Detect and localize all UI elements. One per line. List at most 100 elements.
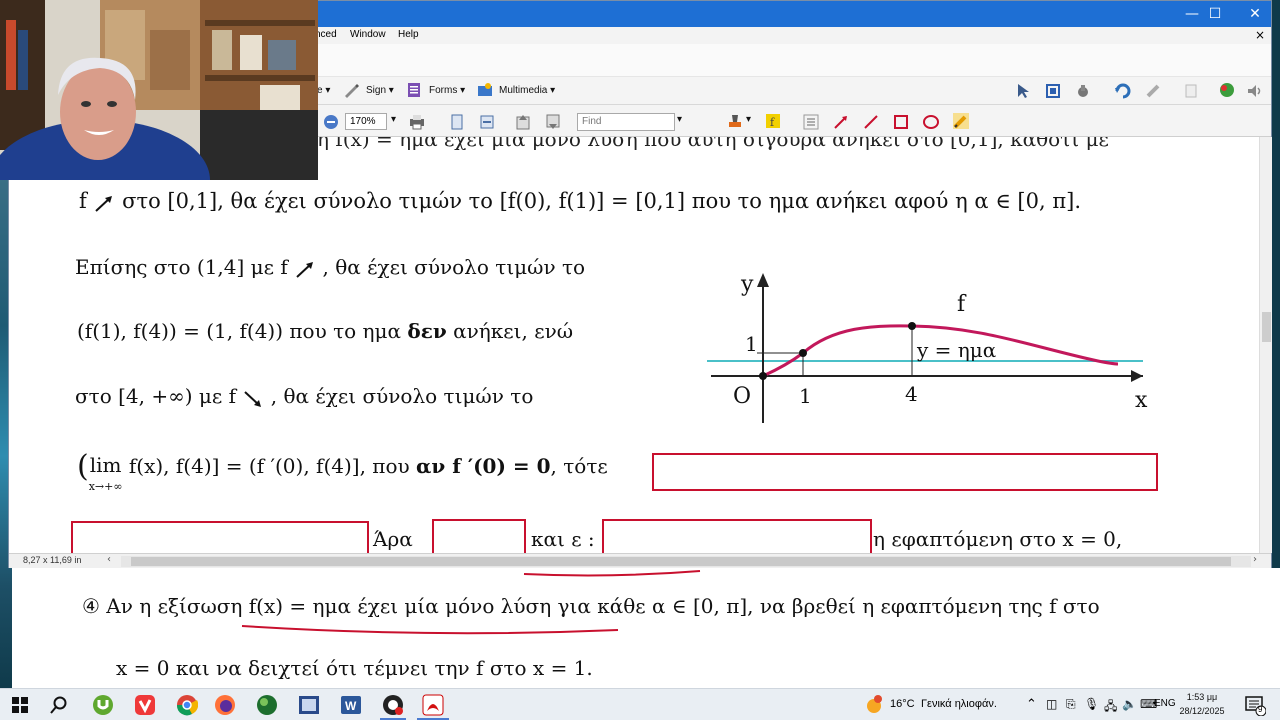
answer-box-1[interactable] bbox=[652, 453, 1158, 491]
tray-window-icon[interactable]: ◫ bbox=[1046, 697, 1057, 711]
forms-button[interactable]: Forms ▾ bbox=[429, 85, 465, 96]
scroll-right-icon[interactable]: › bbox=[1253, 554, 1257, 565]
document-close-button[interactable]: × bbox=[1255, 28, 1265, 42]
show-hidden-icons-chevron-icon[interactable]: ⌃ bbox=[1026, 696, 1037, 712]
previous-page-icon[interactable] bbox=[515, 114, 531, 130]
lower-document-page: ④ Αν η εξίσωση f(x) = ημα έχει μία μόνο … bbox=[12, 568, 1280, 688]
find-input[interactable]: Find bbox=[577, 113, 675, 131]
notification-center-icon[interactable] bbox=[1244, 694, 1266, 716]
doc-line-2-b: , θα έχει σύνολο τιμών το bbox=[322, 255, 586, 279]
acrobat-reader-icon[interactable] bbox=[422, 694, 444, 716]
taskbar: W 16°C Γενικά ηλιοφάν. ⌃ ◫ ⎘ 🎙 🖧 🔈 ⌨ ENG… bbox=[0, 688, 1280, 720]
answer-box-4[interactable] bbox=[602, 519, 872, 553]
rectangle-tool-icon[interactable] bbox=[893, 114, 909, 130]
zoom-dropdown[interactable]: ▾ bbox=[391, 114, 396, 125]
doc-line-0: η f(x) = ημα έχει μία μόνο λύση που αυτή… bbox=[317, 137, 1109, 151]
microphone-icon[interactable]: 🎙 bbox=[1084, 697, 1099, 711]
zoom-out-icon[interactable] bbox=[323, 114, 339, 130]
fit-width-icon[interactable] bbox=[479, 114, 495, 130]
sticky-note-icon[interactable]: f bbox=[765, 113, 781, 129]
doc-line-4-a: στο [4, +∞) με f bbox=[75, 384, 237, 408]
page-icon[interactable] bbox=[1183, 83, 1199, 99]
chrome-icon[interactable] bbox=[176, 694, 198, 716]
scroll-left-icon[interactable]: ‹ bbox=[107, 554, 111, 565]
pencil-tool-icon[interactable] bbox=[953, 113, 969, 129]
highlight-color-dropdown[interactable]: ▾ bbox=[746, 114, 751, 125]
origin-point bbox=[759, 372, 767, 380]
word-icon[interactable]: W bbox=[340, 694, 362, 716]
language-indicator[interactable]: ENG bbox=[1154, 698, 1176, 709]
read-aloud-icon[interactable] bbox=[1247, 83, 1263, 99]
horizontal-scrollbar[interactable] bbox=[121, 556, 1251, 567]
highlight-color-icon[interactable] bbox=[727, 113, 743, 129]
menu-advanced[interactable]: nced bbox=[315, 29, 337, 40]
answer-box-2[interactable] bbox=[71, 521, 369, 553]
doc-line-3-a: (f(1), f(4)) = (1, f(4)) που το ημα bbox=[77, 319, 402, 343]
print-icon[interactable] bbox=[409, 114, 425, 130]
globe-icon[interactable] bbox=[1219, 82, 1235, 98]
clock[interactable]: 1:53 μμ 28/12/2025 bbox=[1178, 690, 1226, 718]
find-dropdown[interactable]: ▾ bbox=[677, 114, 682, 125]
firefox-icon[interactable] bbox=[214, 694, 236, 716]
doc-line-2: Επίσης στο (1,4] με f , θα έχει σύνολο τ… bbox=[75, 255, 585, 279]
forms-label: Forms bbox=[429, 85, 458, 96]
tray-usb-icon[interactable]: ⎘ bbox=[1066, 697, 1076, 712]
windows-start-icon[interactable] bbox=[12, 697, 28, 713]
pen-underline-2 bbox=[241, 625, 619, 635]
sign-pen-icon bbox=[345, 84, 359, 98]
volume-icon[interactable]: 🔈 bbox=[1122, 697, 1137, 711]
sign-button[interactable]: Sign ▾ bbox=[366, 85, 394, 96]
earth-app-icon[interactable] bbox=[256, 694, 278, 716]
next-page-icon[interactable] bbox=[545, 114, 561, 130]
zoom-input[interactable]: 170% bbox=[345, 113, 387, 130]
weather-temperature[interactable]: 16°C bbox=[890, 698, 915, 710]
toolbar-overflow-arrow[interactable]: e ▾ bbox=[317, 85, 330, 96]
hand-tool-icon[interactable] bbox=[1075, 83, 1091, 99]
menu-window[interactable]: Window bbox=[350, 29, 386, 40]
torrent-app-icon[interactable] bbox=[92, 694, 114, 716]
search-icon[interactable] bbox=[50, 696, 68, 714]
pen-underline-1 bbox=[523, 570, 701, 577]
exercise-line-2: x = 0 και να δειχτεί ότι τέμνει την f στ… bbox=[116, 656, 593, 680]
obs-icon[interactable] bbox=[382, 694, 404, 716]
graph-origin-label: O bbox=[733, 384, 751, 409]
increasing-arrow-icon bbox=[294, 260, 316, 278]
increasing-arrow-icon bbox=[93, 194, 115, 212]
undo-icon[interactable] bbox=[1115, 83, 1131, 99]
menu-help[interactable]: Help bbox=[398, 29, 419, 40]
vivaldi-icon[interactable] bbox=[134, 694, 156, 716]
line-tool-icon[interactable] bbox=[863, 114, 879, 130]
exercise-text-1: Αν η εξίσωση f(x) = ημα έχει μία μόνο λύ… bbox=[106, 594, 1100, 618]
weather-description[interactable]: Γενικά ηλιοφάν. bbox=[921, 698, 997, 710]
redo-icon[interactable] bbox=[1145, 83, 1161, 99]
multimedia-button[interactable]: Multimedia ▾ bbox=[499, 85, 555, 96]
oval-tool-icon[interactable] bbox=[923, 114, 939, 130]
answer-box-3[interactable] bbox=[432, 519, 526, 553]
document-view[interactable]: η f(x) = ημα έχει μία μόνο λύση που αυτή… bbox=[9, 137, 1259, 553]
maximize-button[interactable]: ☐ bbox=[1195, 1, 1235, 27]
status-bar: 8,27 x 11,69 in ‹ › bbox=[9, 553, 1271, 568]
media-player-icon[interactable] bbox=[298, 694, 320, 716]
vertical-scroll-thumb[interactable] bbox=[1262, 312, 1271, 342]
text-tool-icon[interactable] bbox=[803, 114, 819, 130]
graph-tick-x4: 4 bbox=[905, 382, 918, 406]
doc-line-5-a: f(x), f(4)] = (f ′(0), f(4)], που bbox=[128, 454, 410, 478]
weather-sun-icon[interactable] bbox=[864, 694, 884, 716]
fit-page-icon[interactable] bbox=[449, 114, 465, 130]
arrow-tool-icon[interactable] bbox=[833, 114, 849, 130]
sign-label: Sign bbox=[366, 85, 387, 96]
doc-line-1: f στο [0,1], θα έχει σύνολο τιμών το [f(… bbox=[79, 189, 1081, 213]
graph-tick-x1: 1 bbox=[799, 384, 812, 408]
graph-x-label: x bbox=[1135, 388, 1148, 413]
x-axis-arrow-icon bbox=[1131, 370, 1143, 382]
snapshot-icon[interactable] bbox=[1045, 83, 1061, 99]
horizontal-scroll-thumb[interactable] bbox=[131, 557, 1231, 566]
close-window-button[interactable]: ✕ bbox=[1235, 1, 1275, 27]
network-icon[interactable]: 🖧 bbox=[1104, 697, 1117, 718]
select-arrow-icon[interactable] bbox=[1015, 83, 1031, 99]
doc-line-1-f: f bbox=[79, 189, 87, 213]
vertical-scrollbar[interactable] bbox=[1259, 137, 1272, 553]
doc-line-3-b: ανήκει, ενώ bbox=[453, 319, 574, 343]
notification-count: 9 bbox=[1258, 705, 1263, 714]
graph-tick-y1: 1 bbox=[745, 332, 758, 356]
